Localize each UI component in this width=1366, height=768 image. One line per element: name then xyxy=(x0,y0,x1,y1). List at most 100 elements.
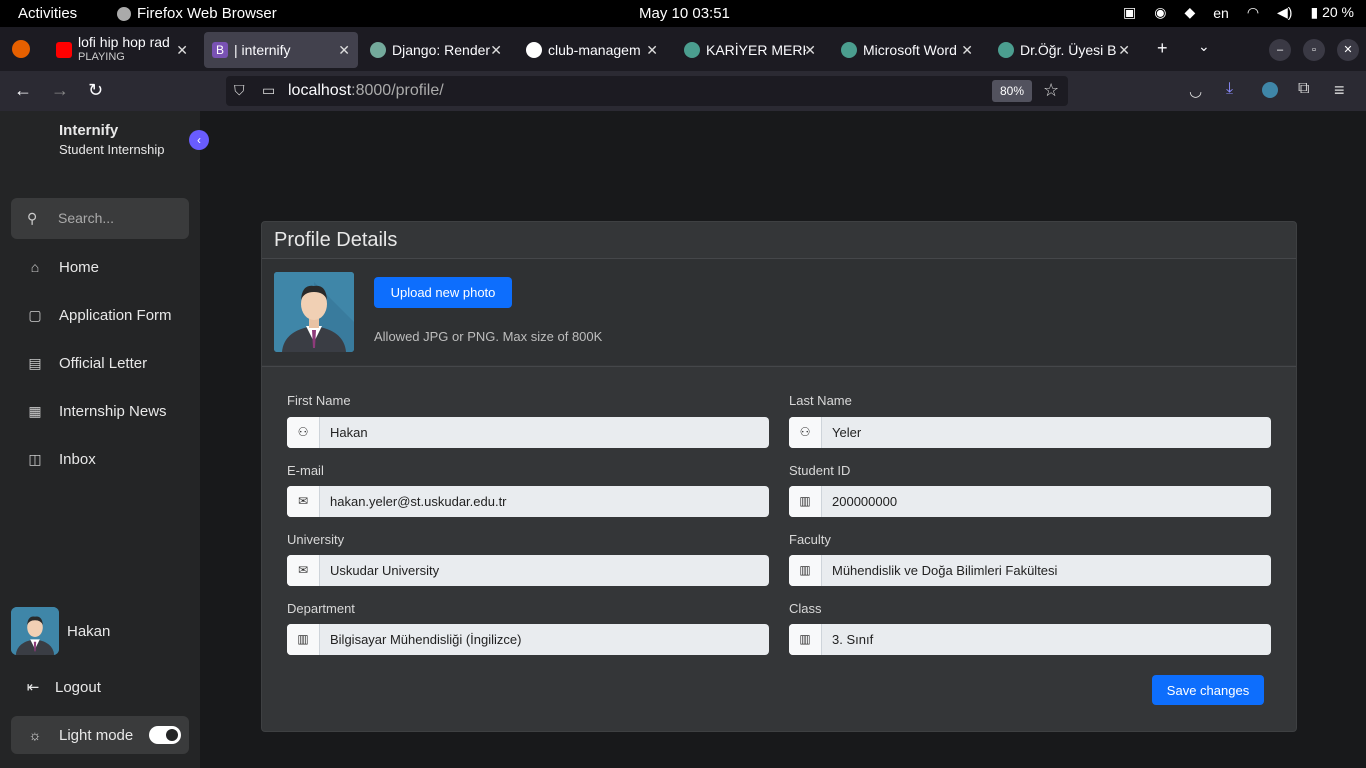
clock[interactable]: May 10 03:51 xyxy=(639,5,730,22)
search-input[interactable] xyxy=(58,208,178,228)
light-mode-label: Light mode xyxy=(59,726,134,744)
tracking-protection-icon[interactable]: ⛉ xyxy=(234,82,245,99)
close-tab-icon[interactable]: ✕ xyxy=(646,42,658,59)
last-name-input[interactable] xyxy=(822,417,1271,448)
tab-microsoft-word[interactable]: Microsoft Word ✕ xyxy=(833,32,981,68)
sidebar-item-home[interactable]: ⌂ Home xyxy=(11,247,189,287)
activities-button[interactable]: Activities xyxy=(18,5,77,22)
close-tab-icon[interactable]: ✕ xyxy=(176,42,188,59)
tab-club-management[interactable]: club-managem ✕ xyxy=(518,32,666,68)
close-tab-icon[interactable]: ✕ xyxy=(490,42,502,59)
tab-internify[interactable]: B | internify ✕ xyxy=(204,32,358,68)
faculty-field: ▥ xyxy=(789,555,1271,586)
url-path: :8000/profile/ xyxy=(351,82,444,99)
sidebar-item-inbox[interactable]: ◫ Inbox xyxy=(11,439,189,479)
app-menu[interactable]: Firefox Web Browser xyxy=(117,5,277,22)
app-name: Firefox Web Browser xyxy=(137,5,277,22)
student-id-input[interactable] xyxy=(822,486,1271,517)
search-icon: ⚲ xyxy=(27,210,38,226)
photo-section xyxy=(262,259,1296,365)
downloads-icon[interactable]: ⤓ xyxy=(1226,80,1233,98)
sidebar-item-label: Application Form xyxy=(59,306,172,324)
last-name-label: Last Name xyxy=(789,393,852,408)
discord-icon[interactable]: ▣ xyxy=(1123,4,1136,21)
youtube-icon xyxy=(56,42,72,58)
list-all-tabs-icon[interactable]: ⌄ xyxy=(1198,38,1210,55)
maximize-window-icon[interactable]: ▫ xyxy=(1303,39,1325,61)
brand-name: Internify xyxy=(59,122,119,139)
system-top-bar: Activities Firefox Web Browser May 10 03… xyxy=(0,0,1366,27)
reload-icon[interactable]: ↻ xyxy=(88,80,103,101)
extensions-icon[interactable]: ⧉ xyxy=(1298,80,1309,98)
bookmark-star-icon[interactable]: ☆ xyxy=(1043,80,1059,101)
new-tab-icon[interactable]: + xyxy=(1157,38,1168,59)
upload-photo-button[interactable]: Upload new photo xyxy=(374,277,512,308)
github-icon xyxy=(526,42,542,58)
save-changes-button[interactable]: Save changes xyxy=(1152,675,1264,705)
university-input[interactable] xyxy=(320,555,769,586)
sidebar-toggle-button[interactable]: ‹ xyxy=(189,130,209,150)
back-icon[interactable]: ← xyxy=(14,80,32,101)
anydesk-icon[interactable]: ◆ xyxy=(1184,4,1195,21)
sidebar-item-official-letter[interactable]: ▤ Official Letter xyxy=(11,343,189,383)
firefox-menu-icon[interactable] xyxy=(12,40,30,58)
university-icon xyxy=(684,42,700,58)
light-mode-toggle[interactable] xyxy=(149,726,181,744)
user-icon: ⚇ xyxy=(287,417,320,448)
close-window-icon[interactable]: ✕ xyxy=(1337,39,1359,61)
sidebar-item-label: Official Letter xyxy=(59,354,148,372)
logout-button[interactable]: ⇤ Logout xyxy=(11,670,189,704)
email-input[interactable] xyxy=(320,486,769,517)
telegram-icon[interactable]: ◉ xyxy=(1154,4,1166,21)
language-indicator[interactable]: en xyxy=(1213,5,1229,21)
battery-icon: ▮ xyxy=(1310,4,1319,20)
inbox-icon: ◫ xyxy=(28,450,42,467)
close-tab-icon[interactable]: ✕ xyxy=(804,42,816,59)
volume-icon[interactable]: ◀) xyxy=(1277,4,1292,21)
user-icon: ⚇ xyxy=(789,417,822,448)
first-name-input[interactable] xyxy=(320,417,769,448)
university-icon xyxy=(841,42,857,58)
student-id-field: ▥ xyxy=(789,486,1271,517)
faculty-input[interactable] xyxy=(822,555,1271,586)
tab-dr-ogr[interactable]: Dr.Öğr. Üyesi B ✕ xyxy=(990,32,1138,68)
user-profile[interactable]: Hakan xyxy=(11,607,110,655)
url-host: localhost xyxy=(288,82,352,99)
system-tray[interactable]: ▣ ◉ ◆ en ◠ ◀) ▮ 20 % xyxy=(1123,4,1354,21)
page-title: Profile Details xyxy=(274,229,398,251)
url-text[interactable]: localhost:8000/profile/ xyxy=(288,82,444,100)
tab-lofi[interactable]: lofi hip hop rad PLAYING ✕ xyxy=(48,32,196,68)
university-label: University xyxy=(287,532,345,547)
logout-label: Logout xyxy=(55,678,101,696)
department-field: ▥ xyxy=(287,624,769,655)
sidebar-item-label: Internship News xyxy=(59,402,167,420)
close-tab-icon[interactable]: ✕ xyxy=(1118,42,1130,59)
logout-icon: ⇤ xyxy=(26,679,40,696)
divider xyxy=(262,366,1296,367)
wifi-icon[interactable]: ◠ xyxy=(1247,4,1259,21)
close-tab-icon[interactable]: ✕ xyxy=(338,42,350,59)
building-icon: ▥ xyxy=(789,555,822,586)
first-name-field: ⚇ xyxy=(287,417,769,448)
zoom-level[interactable]: 80% xyxy=(992,80,1032,102)
tab-title: Microsoft Word xyxy=(863,42,957,58)
sidebar-search[interactable]: ⚲ xyxy=(11,198,189,239)
close-tab-icon[interactable]: ✕ xyxy=(961,42,973,59)
book-icon: ▢ xyxy=(28,306,42,323)
chatgpt-icon xyxy=(370,42,386,58)
forward-icon[interactable]: → xyxy=(51,80,69,101)
battery-status[interactable]: ▮ 20 % xyxy=(1310,4,1354,21)
minimize-window-icon[interactable]: – xyxy=(1269,39,1291,61)
page-info-icon[interactable]: ▭ xyxy=(262,82,275,99)
pocket-icon[interactable]: ◡ xyxy=(1189,82,1202,100)
account-icon[interactable] xyxy=(1262,82,1278,98)
sidebar-item-application-form[interactable]: ▢ Application Form xyxy=(11,295,189,335)
tab-django[interactable]: Django: Render ✕ xyxy=(362,32,510,68)
building-icon: ▥ xyxy=(789,486,822,517)
department-input[interactable] xyxy=(320,624,769,655)
bootstrap-icon: B xyxy=(212,42,228,58)
sidebar-item-internship-news[interactable]: ▦ Internship News xyxy=(11,391,189,431)
menu-icon[interactable]: ≡ xyxy=(1334,80,1345,101)
class-input[interactable] xyxy=(822,624,1271,655)
tab-kariyer[interactable]: KARİYER MERK ✕ xyxy=(676,32,824,68)
